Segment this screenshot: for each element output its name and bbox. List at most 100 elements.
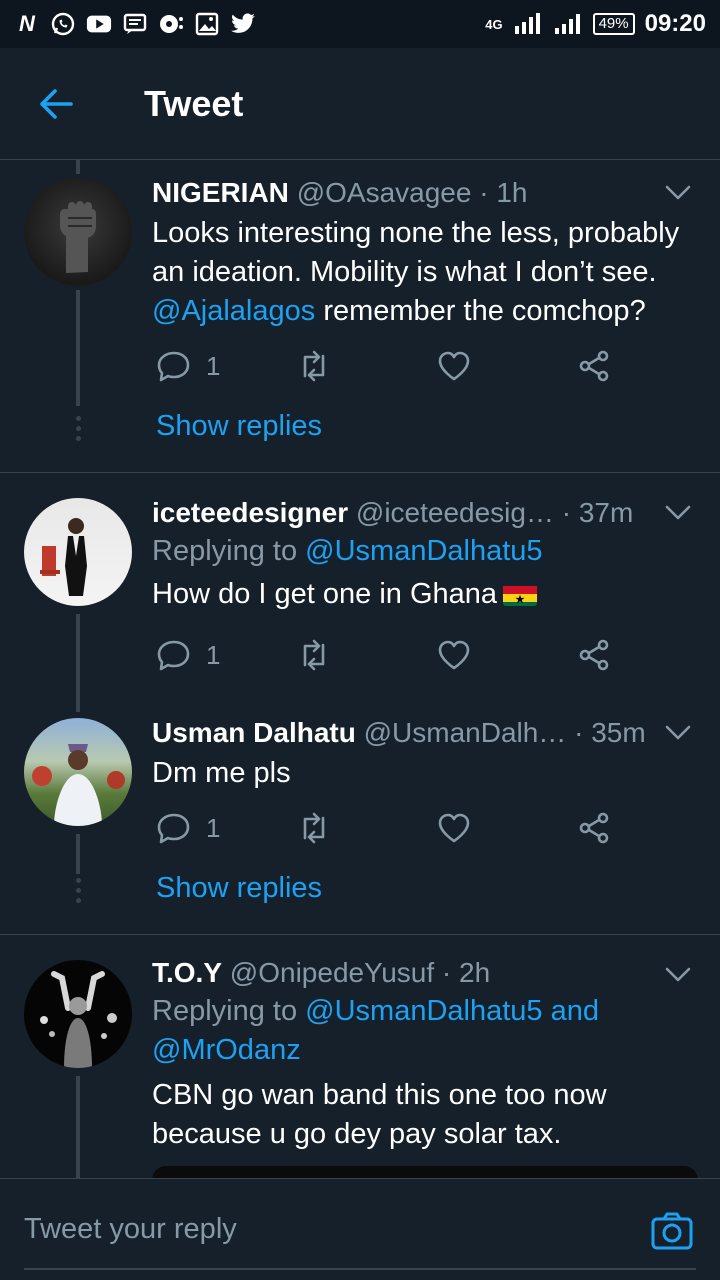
- thread-line: [76, 614, 80, 712]
- heart-icon: [438, 351, 470, 381]
- network-indicator: 4G: [485, 16, 503, 32]
- reply-count: 1: [206, 350, 221, 381]
- retweet-icon: [303, 639, 325, 671]
- input-underline: [24, 1268, 696, 1270]
- author-handle[interactable]: @UsmanDalh…: [364, 717, 567, 748]
- chevron-down-icon[interactable]: [664, 498, 692, 526]
- reply-count: 1: [206, 812, 221, 843]
- tweet-text: Looks interesting none the less, probabl…: [152, 214, 702, 331]
- thread-dots: [74, 416, 82, 441]
- show-replies-link[interactable]: Show replies: [156, 872, 322, 905]
- reply-button[interactable]: 1: [156, 808, 220, 848]
- avatar[interactable]: [24, 718, 132, 826]
- chevron-down-icon[interactable]: [664, 178, 692, 206]
- tweet-meta: T.O.Y @OnipedeYusuf · 2h: [152, 956, 702, 990]
- thread-line: [76, 834, 80, 874]
- tweet-time: · 35m: [574, 717, 646, 748]
- reply-input[interactable]: Tweet your reply: [24, 1213, 237, 1246]
- like-button[interactable]: [436, 808, 472, 848]
- avatar[interactable]: [24, 960, 132, 1068]
- share-button[interactable]: [576, 346, 612, 386]
- n-app-icon: N: [19, 11, 35, 36]
- share-icon: [579, 639, 609, 671]
- youtube-icon: [86, 11, 112, 37]
- thread-line: [76, 290, 80, 406]
- retweet-icon: [303, 350, 325, 382]
- tweet-meta: NIGERIAN @OAsavagee · 1h: [152, 176, 702, 210]
- retweet-button[interactable]: [296, 808, 332, 848]
- author-handle[interactable]: @OAsavagee: [297, 177, 472, 208]
- thread-dots: [74, 878, 82, 903]
- signal-icon: [514, 13, 540, 34]
- battery-indicator: 49%: [592, 13, 635, 35]
- tweet-time: · 37m: [561, 497, 634, 528]
- tweet-actions: 1: [152, 346, 622, 386]
- share-button[interactable]: [576, 808, 612, 848]
- author-name[interactable]: Usman Dalhatu: [152, 717, 356, 748]
- twitter-icon: [230, 11, 256, 37]
- avatar[interactable]: [24, 178, 132, 286]
- back-button[interactable]: [0, 48, 112, 160]
- replying-to: Replying to @UsmanDalhatu5: [152, 532, 702, 571]
- divider: [0, 472, 720, 473]
- reply-feed: NIGERIAN @OAsavagee · 1h Looks interesti…: [0, 160, 720, 1178]
- author-name[interactable]: NIGERIAN: [152, 177, 289, 208]
- tv-icon: [158, 11, 184, 37]
- like-button[interactable]: [436, 346, 472, 386]
- replying-to: Replying to @UsmanDalhatu5 and @MrOdanz: [152, 992, 702, 1070]
- thread-line: [76, 1076, 80, 1178]
- divider: [0, 934, 720, 935]
- gallery-icon: [194, 11, 220, 37]
- share-button[interactable]: [576, 635, 612, 675]
- reply-count: 1: [206, 639, 221, 670]
- tweet-meta: Usman Dalhatu @UsmanDalh… · 35m: [152, 716, 702, 750]
- reply-button[interactable]: 1: [156, 635, 220, 675]
- author-name[interactable]: T.O.Y: [152, 957, 222, 988]
- tweet-text: Dm me pls: [152, 757, 291, 789]
- chevron-down-icon[interactable]: [664, 718, 692, 746]
- author-name[interactable]: iceteedesigner: [152, 497, 348, 528]
- replying-prefix: Replying to: [152, 535, 306, 567]
- like-button[interactable]: [436, 635, 472, 675]
- tweet-media[interactable]: [152, 1166, 698, 1178]
- reply-icon: [157, 813, 190, 844]
- tweet-text: How do I get one in Ghana: [152, 575, 702, 614]
- tweet-time: · 1h: [479, 177, 528, 208]
- reply-button[interactable]: 1: [156, 346, 220, 386]
- camera-icon[interactable]: [650, 1211, 694, 1251]
- header-bar: Tweet: [0, 48, 720, 160]
- replying-to-link[interactable]: @UsmanDalhatu5: [305, 535, 542, 567]
- author-handle[interactable]: @iceteedesig…: [356, 497, 554, 528]
- retweet-icon: [303, 812, 325, 844]
- heart-icon: [438, 640, 470, 670]
- share-icon: [579, 350, 609, 382]
- status-bar: N 4G 49% 09:20: [0, 0, 720, 48]
- tweet-meta: iceteedesigner @iceteedesig… · 37m: [152, 496, 702, 530]
- reply-icon: [157, 351, 190, 382]
- whatsapp-icon: [50, 11, 76, 37]
- tweet-actions: 1: [152, 808, 622, 848]
- heart-icon: [438, 813, 470, 843]
- avatar[interactable]: [24, 498, 132, 606]
- tweet-time: · 2h: [441, 957, 491, 988]
- signal-icon-2: [554, 14, 580, 34]
- tweet-text: CBN go wan band this one too now because…: [152, 1079, 607, 1150]
- ghana-flag-icon: [503, 582, 538, 606]
- show-replies-link[interactable]: Show replies: [156, 410, 322, 443]
- tweet-actions: 1: [152, 635, 622, 675]
- retweet-button[interactable]: [296, 635, 332, 675]
- reply-composer: Tweet your reply: [0, 1178, 720, 1280]
- page-title: Tweet: [144, 82, 244, 124]
- retweet-button[interactable]: [296, 346, 332, 386]
- back-arrow-icon: [40, 88, 73, 119]
- author-handle[interactable]: @OnipedeYusuf: [230, 957, 434, 988]
- share-icon: [579, 812, 609, 844]
- thread-line: [76, 160, 80, 174]
- chevron-down-icon[interactable]: [664, 960, 692, 988]
- tweet-text-part: Looks interesting none the less, probabl…: [152, 217, 680, 288]
- tweet-text-part: remember the comchop?: [315, 295, 646, 327]
- mention-link[interactable]: @Ajalalagos: [152, 295, 315, 327]
- tweet-text-part: How do I get one in Ghana: [152, 578, 498, 610]
- clock: 09:20: [644, 10, 706, 37]
- reply-icon: [157, 640, 190, 671]
